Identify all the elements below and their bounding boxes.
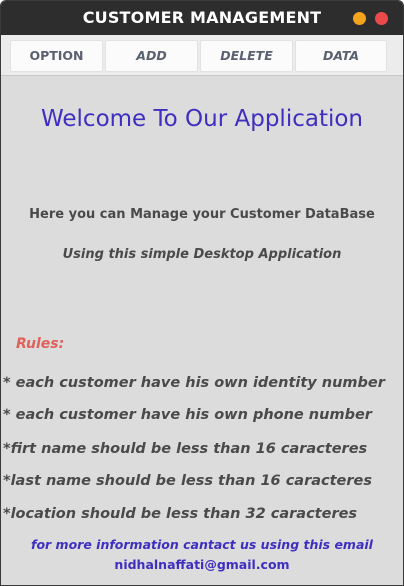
delete-menu-button[interactable]: DELETE	[200, 40, 293, 72]
option-menu-button[interactable]: OPTION	[10, 40, 103, 72]
rule-item: * each customer have his own phone numbe…	[3, 407, 372, 423]
close-button[interactable]	[375, 12, 388, 25]
rule-item: * each customer have his own identity nu…	[3, 375, 385, 391]
add-menu-button[interactable]: ADD	[105, 40, 198, 72]
contact-email: nidhalnaffati@gmail.com	[114, 557, 290, 572]
window-title: CUSTOMER MANAGEMENT	[82, 8, 322, 27]
menu-bar: OPTION ADD DELETE DATA	[1, 35, 403, 76]
data-menu-button[interactable]: DATA	[295, 40, 387, 72]
minimize-button[interactable]	[353, 12, 366, 25]
intro-line-2: Using this simple Desktop Application	[62, 247, 342, 262]
welcome-heading: Welcome To Our Application	[41, 106, 363, 132]
rule-item: *firt name should be less than 16 caract…	[3, 441, 368, 457]
contact-text: for more information cantact us using th…	[31, 537, 373, 552]
main-panel: Welcome To Our Application Here you can …	[1, 76, 403, 585]
app-window: CUSTOMER MANAGEMENT OPTION ADD DELETE DA…	[0, 0, 404, 586]
title-bar[interactable]: CUSTOMER MANAGEMENT	[1, 1, 403, 35]
intro-line-1: Here you can Manage your Customer DataBa…	[29, 207, 375, 222]
rule-item: *last name should be less than 16 caract…	[3, 473, 372, 489]
rule-item: *location should be less than 32 caracte…	[3, 506, 358, 522]
rules-heading: Rules:	[16, 336, 65, 352]
